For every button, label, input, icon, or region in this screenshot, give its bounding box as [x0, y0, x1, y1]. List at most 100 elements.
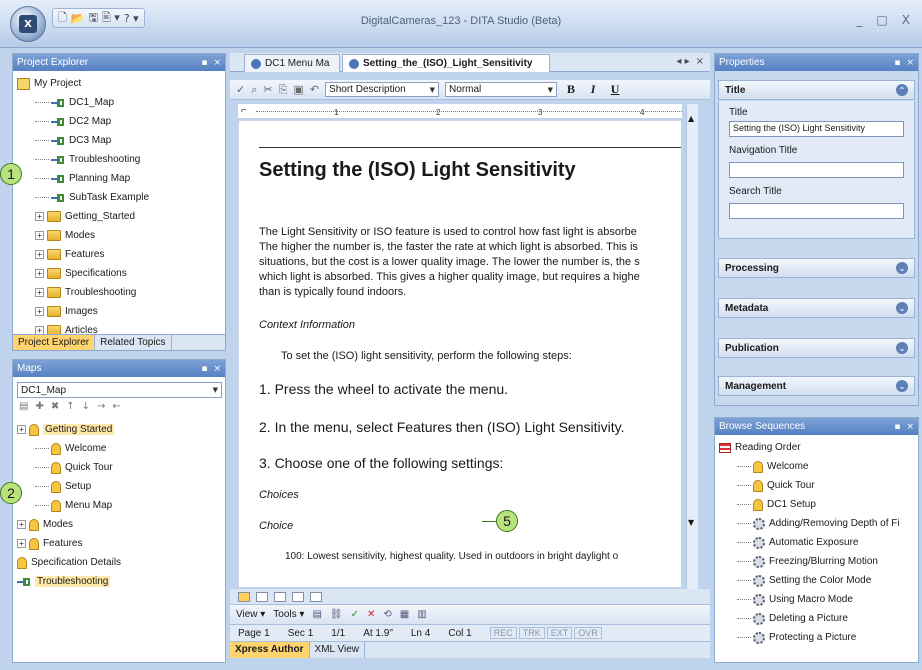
paragraph-style-select[interactable]: Normal ▼ — [445, 82, 558, 97]
expand-icon[interactable]: ⌄ — [896, 380, 908, 392]
spellcheck-icon[interactable]: ✓ — [236, 83, 245, 96]
sequence-tree-item[interactable]: Reading Order — [719, 438, 914, 457]
track-changes-icon[interactable]: ⟲ — [383, 609, 391, 620]
indent-icon[interactable]: → — [97, 401, 105, 417]
italic-button[interactable]: I — [585, 82, 601, 97]
map-tree-item[interactable]: Menu Map — [17, 496, 221, 515]
element-style-select[interactable]: Short Description ▼ — [325, 82, 440, 97]
copy-icon[interactable]: ⎘ — [279, 83, 288, 97]
document-scrollbar[interactable]: ▲ ▼ — [686, 104, 698, 594]
cut-icon[interactable]: ✂ — [263, 83, 272, 96]
insert-icon[interactable]: ▤ — [312, 609, 321, 620]
project-tree-item[interactable]: + Specifications — [17, 264, 221, 283]
expand-icon[interactable]: + — [17, 539, 26, 548]
map-tree-item[interactable]: Setup — [17, 477, 221, 496]
link-icon[interactable]: ⛓ — [330, 609, 343, 620]
outdent-icon[interactable]: ← — [112, 401, 120, 417]
project-tree-item[interactable]: My Project — [17, 74, 221, 93]
pin-icon[interactable]: ▪ — [201, 58, 207, 68]
choice-text[interactable]: 100: Lowest sensitivity, highest quality… — [285, 551, 618, 562]
project-tree-item[interactable]: DC3 Map — [17, 131, 221, 150]
publication-section-header[interactable]: Publication ⌄ — [718, 338, 915, 358]
minimize-button[interactable]: _ — [856, 13, 862, 27]
map-tree-item[interactable]: Welcome — [17, 439, 221, 458]
tags-view-icon[interactable] — [274, 591, 286, 602]
map-tree-item[interactable]: + Modes — [17, 515, 221, 534]
maximize-button[interactable]: □ — [876, 13, 887, 27]
tab-light-sensitivity[interactable]: Setting_the_(ISO)_Light_Sensitivity — [342, 54, 550, 72]
map-tree-item[interactable]: Troubleshooting — [17, 572, 221, 591]
expand-icon[interactable]: + — [35, 250, 44, 259]
add-topic-icon[interactable]: ✚ — [35, 401, 43, 417]
project-tree-item[interactable]: SubTask Example — [17, 188, 221, 207]
sequence-tree-item[interactable]: Using Macro Mode — [719, 590, 914, 609]
find-icon[interactable]: ⌕ — [251, 83, 257, 97]
view-menu[interactable]: View ▾ — [236, 609, 265, 620]
project-tree-item[interactable]: + Modes — [17, 226, 221, 245]
project-tree-item[interactable]: Planning Map — [17, 169, 221, 188]
expand-icon[interactable]: + — [35, 212, 44, 221]
project-tree-item[interactable]: + Troubleshooting — [17, 283, 221, 302]
underline-button[interactable]: U — [607, 82, 623, 97]
step-1[interactable]: 1. Press the wheel to activate the menu. — [259, 381, 508, 397]
expand-icon[interactable]: + — [35, 231, 44, 240]
sequence-tree-item[interactable]: DC1 Setup — [719, 495, 914, 514]
normal-view-icon[interactable] — [238, 591, 250, 602]
scroll-down-icon[interactable]: ▼ — [688, 518, 694, 527]
project-tree-item[interactable]: + Getting_Started — [17, 207, 221, 226]
expand-icon[interactable]: + — [35, 288, 44, 297]
expand-icon[interactable]: + — [35, 307, 44, 316]
close-icon[interactable]: × — [906, 422, 914, 432]
map-tree-item[interactable]: + Getting Started — [17, 420, 221, 439]
undo-icon[interactable]: ↶ — [310, 83, 319, 96]
new-map-icon[interactable]: ▤ — [19, 401, 28, 417]
title-field[interactable]: Setting the (ISO) Light Sensitivity — [729, 121, 904, 137]
project-tree-item[interactable]: DC2 Map — [17, 112, 221, 131]
project-tree-item[interactable]: DC1_Map — [17, 93, 221, 112]
reject-icon[interactable]: ✕ — [367, 609, 375, 620]
bold-button[interactable]: B — [563, 82, 579, 97]
short-description[interactable]: The Light Sensitivity or ISO feature is … — [259, 225, 640, 300]
tab-related-topics[interactable]: Related Topics — [95, 335, 172, 350]
search-title-field[interactable] — [729, 203, 904, 219]
management-section-header[interactable]: Management ⌄ — [718, 376, 915, 396]
sequence-tree-item[interactable]: Freezing/Blurring Motion — [719, 552, 914, 571]
close-icon[interactable]: × — [213, 364, 221, 374]
sequence-tree-item[interactable]: Protecting a Picture — [719, 628, 914, 647]
expand-icon[interactable]: + — [17, 520, 26, 529]
close-document-button[interactable]: × — [696, 56, 704, 67]
tab-xpress-author[interactable]: Xpress Author — [230, 642, 310, 658]
table-icon[interactable]: ▦ — [400, 609, 409, 620]
tools-menu[interactable]: Tools ▾ — [273, 609, 304, 620]
tab-xml-view[interactable]: XML View — [310, 642, 365, 658]
expand-icon[interactable]: + — [17, 425, 26, 434]
metadata-section-header[interactable]: Metadata ⌄ — [718, 298, 915, 318]
move-up-icon[interactable]: ↑ — [66, 401, 74, 417]
sequence-tree-item[interactable]: Welcome — [719, 457, 914, 476]
list-view-icon[interactable] — [292, 591, 304, 602]
sequence-tree-item[interactable]: Adding/Removing Depth of Fi — [719, 514, 914, 533]
expand-icon[interactable]: ⌄ — [896, 342, 908, 354]
close-icon[interactable]: × — [906, 58, 914, 68]
sequence-tree-item[interactable]: Automatic Exposure — [719, 533, 914, 552]
move-down-icon[interactable]: ↓ — [82, 401, 90, 417]
scroll-up-icon[interactable]: ▲ — [688, 114, 694, 123]
tab-stop-icon[interactable]: ⌐ — [241, 105, 247, 116]
remove-icon[interactable]: ✖ — [51, 401, 59, 417]
tab-scroll-arrows[interactable]: ◂ ▸ — [676, 56, 689, 67]
topic-title[interactable]: Setting the (ISO) Light Sensitivity — [259, 159, 576, 182]
pin-icon[interactable]: ▪ — [201, 364, 207, 374]
close-icon[interactable]: × — [213, 58, 221, 68]
preview-view-icon[interactable] — [310, 591, 322, 602]
title-section-header[interactable]: Title ⌃ — [718, 80, 915, 100]
close-button[interactable]: X — [902, 13, 910, 27]
sequence-tree-item[interactable]: Deleting a Picture — [719, 609, 914, 628]
document-canvas[interactable]: Setting the (ISO) Light Sensitivity The … — [238, 120, 682, 588]
expand-icon[interactable]: ⌄ — [896, 302, 908, 314]
pin-icon[interactable]: ▪ — [894, 422, 900, 432]
sequence-tree-item[interactable]: Quick Tour — [719, 476, 914, 495]
expand-icon[interactable]: + — [35, 269, 44, 278]
tab-dc1-menu-map[interactable]: DC1 Menu Ma — [244, 54, 340, 72]
accept-icon[interactable]: ✓ — [351, 609, 359, 620]
pin-icon[interactable]: ▪ — [894, 58, 900, 68]
